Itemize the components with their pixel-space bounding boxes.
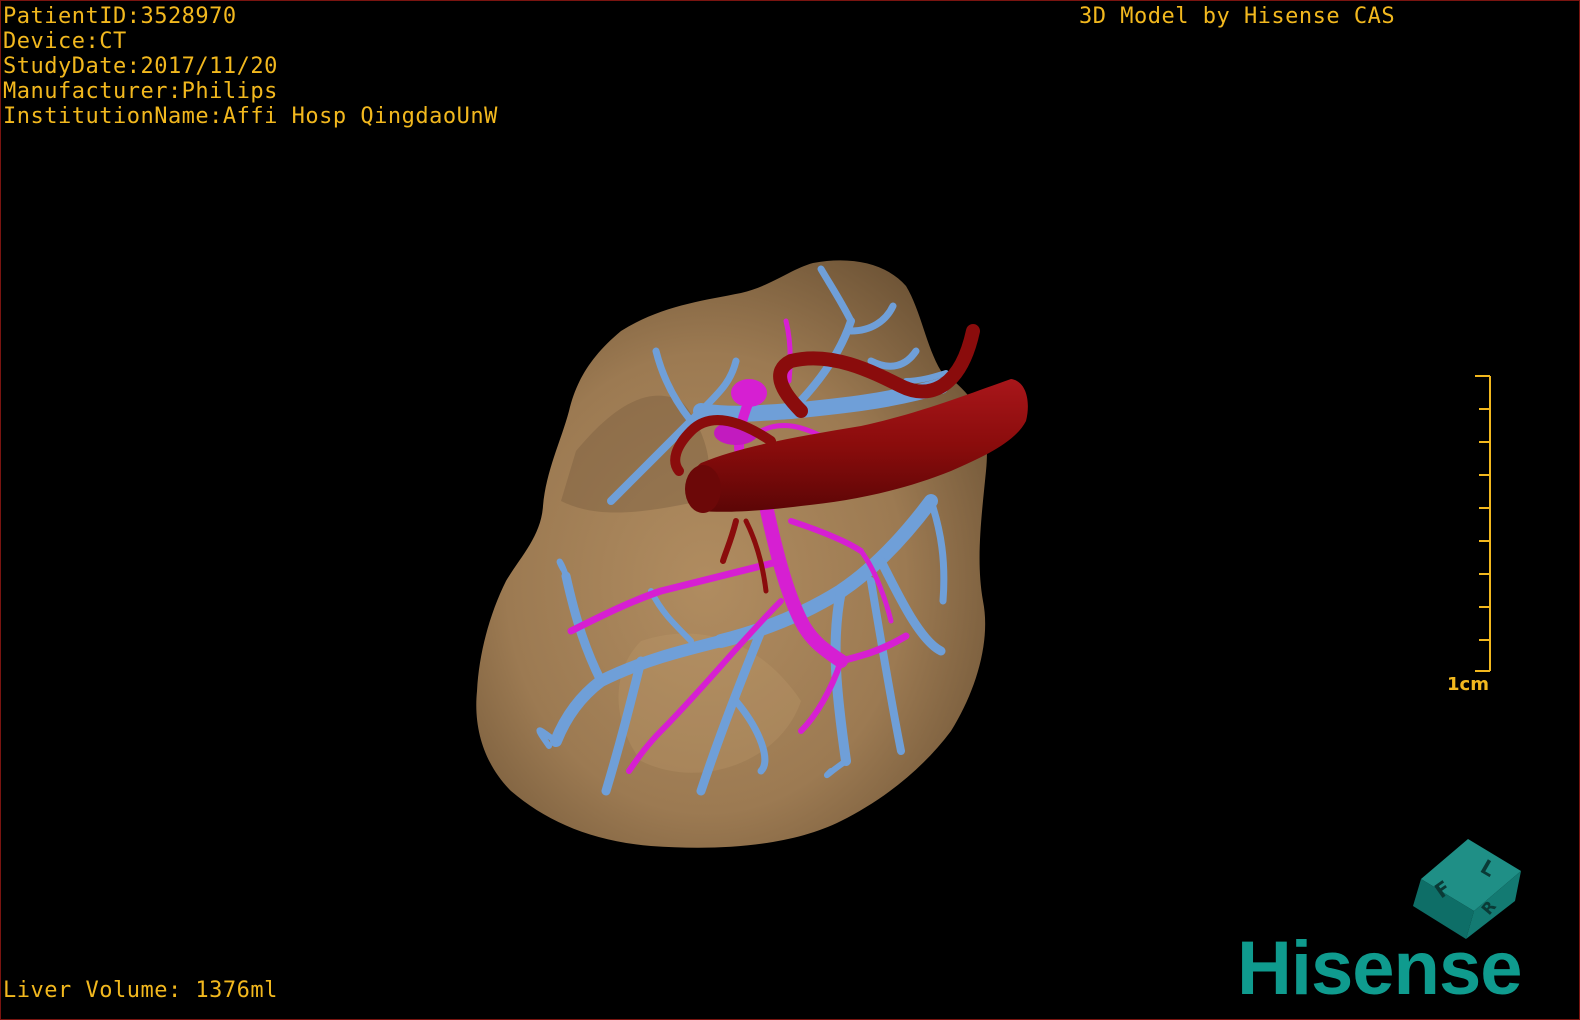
3d-viewport[interactable]: F L R PatientID:3528970 Device:CT StudyDat…: [0, 0, 1580, 1020]
institution-name: InstitutionName:Affi Hosp QingdaoUnW: [3, 104, 498, 129]
vena-cava-end: [685, 465, 721, 513]
hisense-logo: Hisense: [1237, 926, 1522, 1011]
study-date: StudyDate:2017/11/20: [3, 54, 278, 79]
device: Device:CT: [3, 29, 127, 54]
scale-bar: [1475, 375, 1491, 672]
scale-bar-label: 1cm: [1447, 674, 1489, 695]
model-credit: 3D Model by Hisense CAS: [1079, 4, 1396, 29]
liver-3d-model[interactable]: F L R: [1, 1, 1580, 1020]
patient-info: PatientID:3528970 Device:CT StudyDate:2017…: [3, 4, 498, 129]
patient-id: PatientID:3528970: [3, 4, 237, 29]
manufacturer: Manufacturer:Philips: [3, 79, 278, 104]
artery-junction: [731, 379, 767, 407]
orientation-cube[interactable]: F L R: [1413, 839, 1521, 939]
liver-volume: Liver Volume: 1376ml: [3, 978, 278, 1003]
